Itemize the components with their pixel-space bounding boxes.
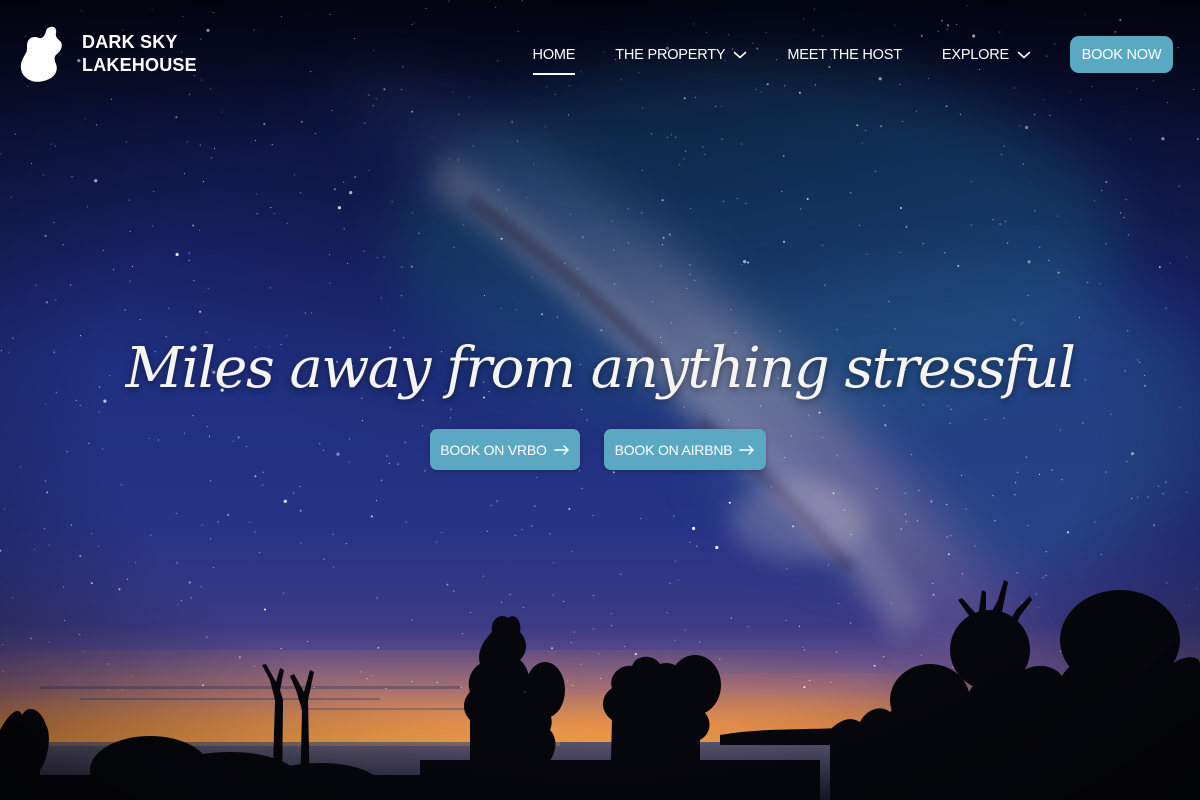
nav-item-label: EXPLORE (941, 46, 1009, 63)
book-on-vrbo-label: BOOK ON VRBO (440, 441, 547, 458)
lake-silhouette-icon (20, 26, 62, 82)
hero-title: Miles away from anything stressful (125, 336, 1076, 401)
arrow-right-icon (739, 444, 755, 455)
nav-item-label: THE PROPERTY (615, 46, 726, 63)
book-now-button[interactable]: BOOK NOW (1070, 36, 1173, 73)
arrow-right-icon (554, 444, 569, 455)
site-logo[interactable]: DARK SKY LAKEHOUSE (20, 25, 197, 83)
nav-item-home[interactable]: HOME (532, 38, 576, 75)
site-header: DARK SKY LAKEHOUSE HOME THE PROPERTY MEE… (0, 0, 1200, 110)
main-nav: HOME THE PROPERTY MEET THE HOST EXPLORE … (532, 36, 1173, 75)
brand-line-1: DARK SKY (82, 32, 178, 52)
chevron-down-icon (1017, 51, 1031, 58)
book-on-airbnb-button[interactable]: BOOK ON AIRBNB (604, 429, 766, 470)
nav-item-label: MEET THE HOST (787, 46, 902, 63)
nav-item-label: HOME (532, 46, 576, 63)
brand-name: DARK SKY LAKEHOUSE (82, 31, 197, 77)
nav-item-meet-the-host[interactable]: MEET THE HOST (787, 38, 902, 72)
chevron-down-icon (734, 51, 747, 58)
book-on-vrbo-button[interactable]: BOOK ON VRBO (430, 429, 580, 470)
book-now-label: BOOK NOW (1081, 46, 1162, 63)
brand-line-2: LAKEHOUSE (82, 55, 197, 75)
page: DARK SKY LAKEHOUSE HOME THE PROPERTY MEE… (0, 0, 1200, 800)
nav-item-the-property[interactable]: THE PROPERTY (615, 38, 747, 72)
book-on-airbnb-label: BOOK ON AIRBNB (614, 441, 733, 458)
nav-item-explore[interactable]: EXPLORE (942, 38, 1031, 72)
hero-actions: BOOK ON VRBO BOOK ON AIRBNB (430, 429, 766, 470)
